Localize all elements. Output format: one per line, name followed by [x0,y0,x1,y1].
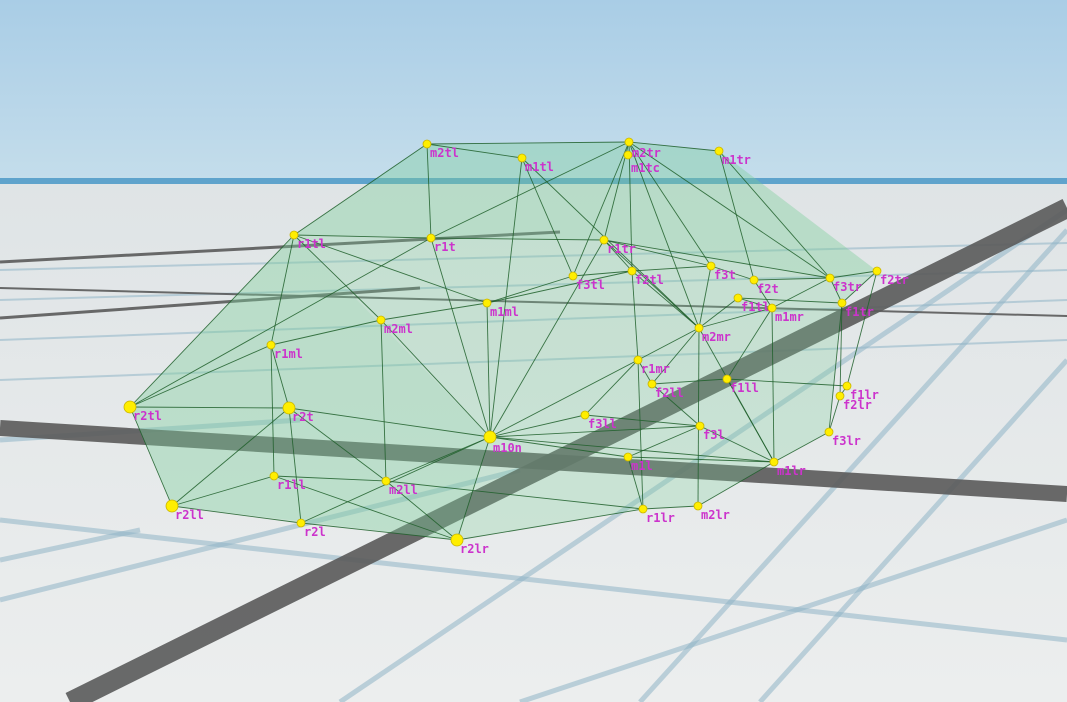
node-label: f3tr [833,280,862,294]
node-label: m2mr [702,330,731,344]
node-label: r1ll [277,478,306,492]
node-label: m1l [631,459,653,473]
node-label: f2tl [635,273,664,287]
3d-viewport[interactable]: m2tl m1tl m2tr m1tc m1tr r1tl r1t r1tr f3tl f2tl f… [0,0,1067,702]
node-label: f2ll [655,386,684,400]
node-label: r2tl [133,409,162,423]
node-marker[interactable] [623,150,633,160]
node-label: m1tr [722,153,751,167]
node-label: f2tr [880,273,909,287]
node-label: r1tr [607,242,636,256]
node-label: m2tl [430,146,459,160]
node-label: m1tc [631,161,660,175]
node-label: r1tl [297,237,326,251]
node-label: f3lr [832,434,861,448]
node-label: m2lr [701,508,730,522]
node-label: f1tl [741,300,770,314]
node-label: r1ml [274,347,303,361]
node-label: m1mr [775,310,804,324]
node-label: r1mr [641,362,670,376]
node-label: r1t [434,240,456,254]
node-label: f1ll [730,381,759,395]
node-label: m10n [493,441,522,455]
node-label: r2lr [460,542,489,556]
node-label: f3tl [576,278,605,292]
node-label: m1tl [525,160,554,174]
node-label: m2tr [632,146,661,160]
node-label: m2ll [389,483,418,497]
node-label: f1tr [845,305,874,319]
node-label: r1lr [646,511,675,525]
node-label: r2l [304,525,326,539]
node-label: m1ml [490,305,519,319]
node-label: m1lr [777,464,806,478]
node-label: f3t [714,268,736,282]
node-label: f3ll [588,417,617,431]
node-label: r2t [292,410,314,424]
node-label: m2ml [384,322,413,336]
node-marker[interactable] [624,137,634,147]
scene-canvas[interactable]: m2tl m1tl m2trm1tc m1tr r1tl r1t r1tr f3tl f2tl f… [0,0,1067,702]
node-label: r2ll [175,508,204,522]
node-label: f2lr [843,398,872,412]
node-label: f3l [703,428,725,442]
node-label: f2t [757,282,779,296]
